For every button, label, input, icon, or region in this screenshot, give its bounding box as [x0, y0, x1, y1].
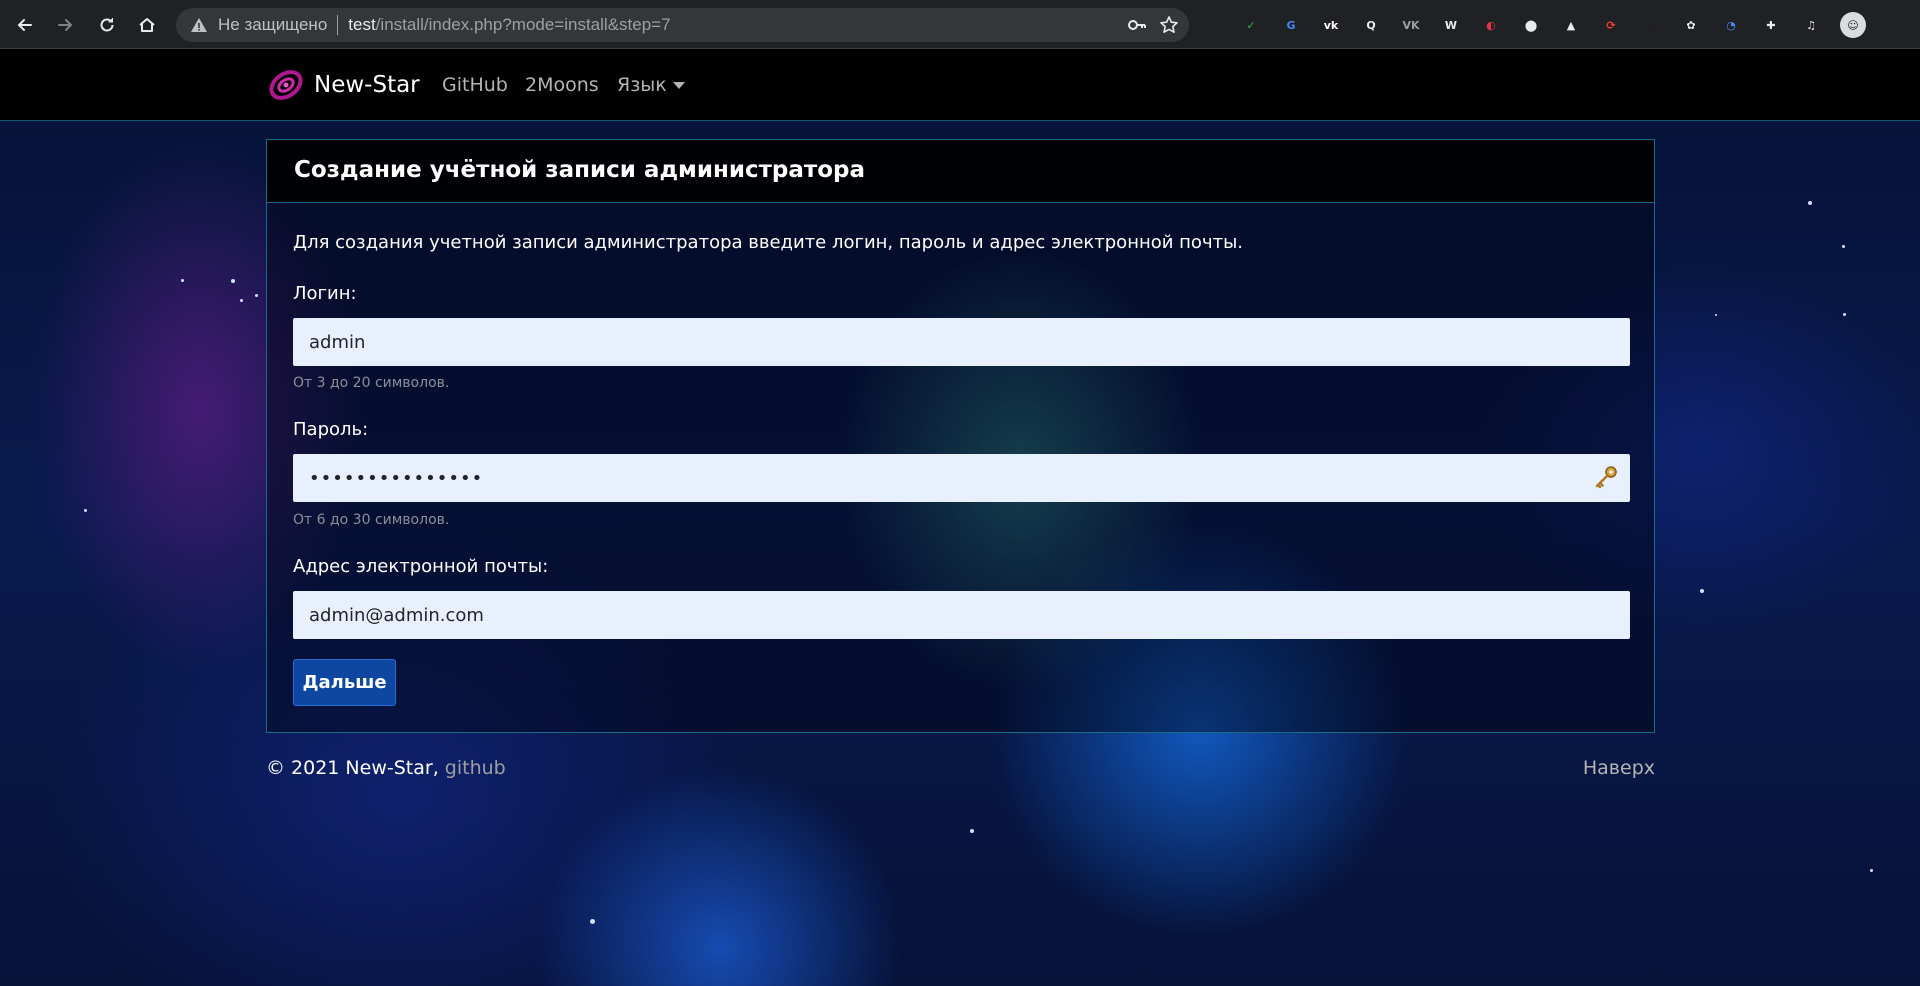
admin-account-card: Создание учётной записи администратора Д…: [266, 139, 1655, 733]
media-control-icon[interactable]: ♫: [1800, 14, 1822, 36]
reload-button[interactable]: [92, 10, 122, 40]
card-header: Создание учётной записи администратора: [267, 140, 1654, 203]
home-icon: [139, 18, 155, 32]
site-navbar: New-Star GitHub 2Moons Язык: [0, 49, 1920, 121]
caret-down-icon: [672, 82, 685, 89]
url-host: test: [348, 15, 376, 34]
golden-key-icon[interactable]: [1592, 464, 1620, 492]
password-label: Пароль:: [293, 419, 369, 440]
back-button[interactable]: [10, 10, 40, 40]
separator: [337, 15, 339, 35]
password-value: •••••••••••••••: [309, 467, 484, 489]
shield-extension-icon[interactable]: ✓: [1240, 14, 1262, 36]
lighthouse-extension-icon[interactable]: ◔: [1720, 14, 1742, 36]
email-value: admin@admin.com: [309, 604, 484, 626]
language-label: Язык: [617, 74, 667, 96]
brand-name: New-Star: [314, 72, 420, 98]
galaxy-logo-icon: [269, 70, 303, 100]
intro-text: Для создания учетной записи администрато…: [293, 232, 1244, 253]
key-icon[interactable]: [1127, 15, 1147, 35]
address-bar[interactable]: Не защищено test /install/index.php?mode…: [176, 8, 1189, 42]
forward-button[interactable]: [50, 10, 80, 40]
login-label: Логин:: [293, 283, 357, 304]
github-extension-icon[interactable]: ⬤: [1520, 14, 1542, 36]
login-value: admin: [309, 331, 366, 353]
url-path: /install/index.php?mode=install&step=7: [375, 15, 671, 34]
google-translate-extension-icon[interactable]: G: [1280, 14, 1302, 36]
card-title: Создание учётной записи администратора: [294, 157, 866, 183]
vk-play-extension-icon[interactable]: VK: [1400, 14, 1422, 36]
reload-icon: [100, 18, 114, 32]
profile-avatar[interactable]: ☺: [1840, 12, 1866, 38]
login-hint: От 3 до 20 символов.: [293, 375, 450, 391]
arrow-right-icon: [58, 19, 73, 31]
footer-github-link[interactable]: github: [445, 757, 506, 779]
next-button[interactable]: Дальше: [293, 659, 396, 706]
search-extension-icon[interactable]: Q: [1360, 14, 1382, 36]
back-to-top-link[interactable]: Наверх: [1583, 757, 1655, 779]
email-input[interactable]: admin@admin.com: [293, 591, 1630, 639]
email-label: Адрес электронной почты:: [293, 556, 549, 577]
warning-icon: [191, 18, 207, 32]
home-button[interactable]: [132, 10, 162, 40]
arrow-left-icon: [17, 19, 32, 31]
wordpress-extension-icon[interactable]: ✿: [1680, 14, 1702, 36]
password-hint: От 6 до 30 символов.: [293, 512, 450, 528]
copyright-text: © 2021 New-Star,: [266, 757, 445, 779]
wikipedia-extension-icon[interactable]: W: [1640, 14, 1662, 36]
star-icon[interactable]: [1159, 15, 1179, 35]
brand-link[interactable]: New-Star: [266, 65, 420, 105]
nav-link-github[interactable]: GitHub: [442, 74, 508, 96]
bookmark-extension-icon[interactable]: ▲: [1560, 14, 1582, 36]
language-dropdown[interactable]: Язык: [617, 74, 685, 96]
sync-extension-icon[interactable]: ⟳: [1600, 14, 1622, 36]
w-circle-extension-icon[interactable]: W: [1440, 14, 1462, 36]
extensions-puzzle-icon[interactable]: ✚: [1760, 14, 1782, 36]
color-picker-extension-icon[interactable]: ◐: [1480, 14, 1502, 36]
nav-link-2moons[interactable]: 2Moons: [525, 74, 599, 96]
browser-toolbar: Не защищено test /install/index.php?mode…: [0, 0, 1920, 49]
password-input[interactable]: •••••••••••••••: [293, 454, 1630, 502]
footer-copyright: © 2021 New-Star, github: [266, 757, 506, 779]
vk-extension-icon[interactable]: vk: [1320, 14, 1342, 36]
security-status[interactable]: Не защищено: [218, 15, 327, 35]
login-input[interactable]: admin: [293, 318, 1630, 366]
